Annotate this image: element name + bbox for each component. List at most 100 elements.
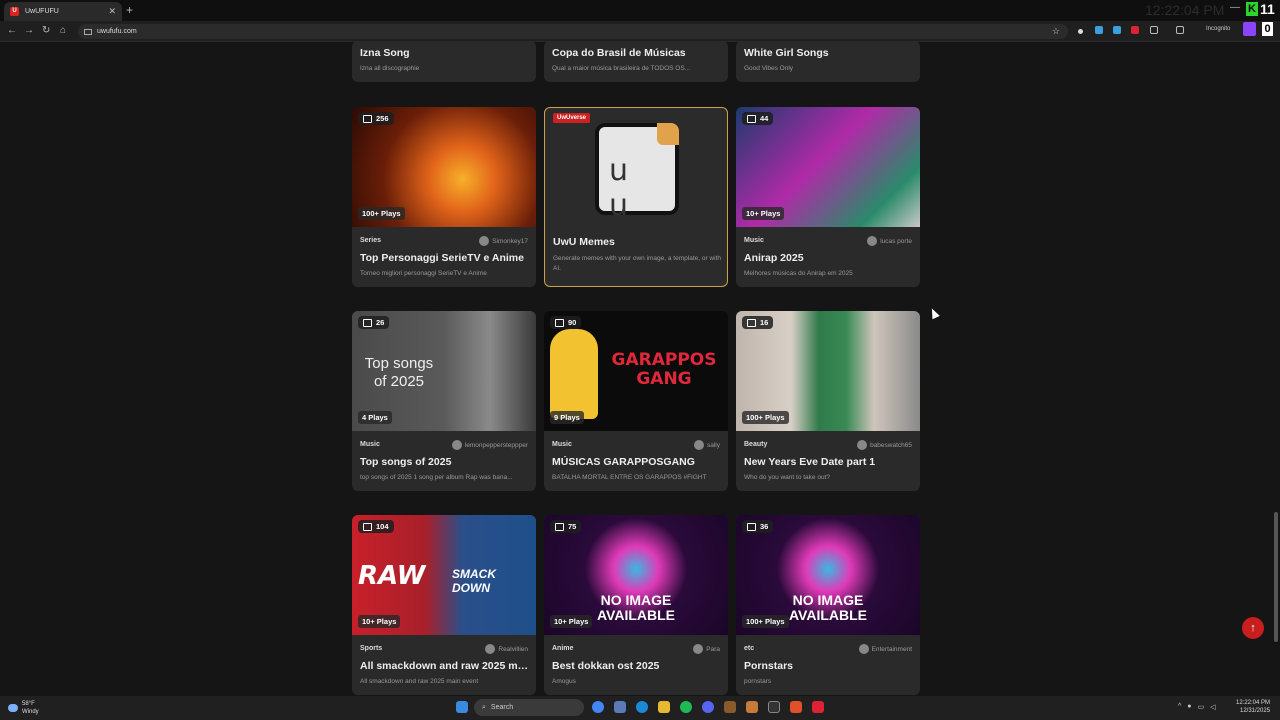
edge-icon[interactable] [636,701,648,713]
brave-icon[interactable] [790,701,802,713]
item-count: 26 [376,318,385,327]
spotify-icon[interactable] [680,701,692,713]
extension-audio-icon[interactable] [1095,26,1103,34]
plays-badge: 100+ Plays [742,615,789,628]
extension-red-icon[interactable] [1131,26,1139,34]
cards-icon [747,318,756,327]
item-count: 104 [376,522,389,531]
incognito-label[interactable]: Incognito [1206,26,1230,32]
author-name: sally [706,441,720,449]
discord-icon[interactable] [702,701,714,713]
card-title: Pornstars [744,660,794,672]
tab-close-icon[interactable]: ✕ [108,6,116,17]
card-2[interactable]: 44 10+ Plays Music lucas porte Anirap 20… [736,107,920,287]
card-author: Entertainment [858,644,912,654]
network-icon[interactable]: ▭ [1198,703,1205,711]
taskbar-clock[interactable]: 12:22:04 PM 12/31/2025 [1236,699,1270,715]
extensions-puzzle-icon[interactable] [1150,26,1158,34]
clock-time: 12:22:04 PM [1236,700,1271,706]
tab-uwufufu[interactable]: U UwUFUFU ✕ [4,2,122,21]
item-count-badge: 16 [742,316,774,329]
app-red-icon[interactable] [812,701,824,713]
cards-icon [555,318,564,327]
card-desc: Good Vibes Only [744,65,794,72]
back-arrow-icon[interactable]: ← [7,25,17,36]
weather-text: 58°F Windy [22,700,39,716]
avatar [693,440,704,450]
item-count-badge: 26 [358,316,390,329]
item-count: 16 [760,318,769,327]
search-icon: ⌕ [482,703,486,711]
scroll-to-top-button[interactable]: ↑ [1242,617,1264,639]
uwu-document-icon: u u [595,123,679,223]
url-text: uwufufu.com [97,28,137,35]
avatar [693,644,704,654]
uwu-face: u u [609,153,643,223]
minimize-icon[interactable]: — [1230,2,1240,13]
reload-icon[interactable]: ↻ [42,25,50,36]
doc-fold [657,123,679,145]
card-8[interactable]: NO IMAGE AVAILABLE 36 100+ Plays etc Ent… [736,515,920,695]
avatar [858,644,869,654]
cards-icon [747,114,756,123]
file-explorer-icon[interactable] [658,701,670,713]
card-top-0[interactable]: Izna Song Izna all discographie [352,42,536,82]
author-name: Realvillien [498,645,528,653]
home-icon[interactable]: ⌂ [60,25,66,36]
search-label: Search [490,704,514,711]
app-icon[interactable] [724,701,736,713]
weather-icon [8,704,18,712]
task-view-icon[interactable] [614,701,626,713]
card-7[interactable]: NO IMAGE AVAILABLE 75 10+ Plays Anime Pa… [544,515,728,695]
card-desc: Torneo migliori personaggi SerieTV e Ani… [360,270,487,277]
extension-dot-icon[interactable] [1078,29,1083,34]
plays-badge: 10+ Plays [742,207,785,220]
side-panel-icon[interactable] [1176,26,1184,34]
card-5[interactable]: 16 100+ Plays Beauty babeswatch65 New Ye… [736,311,920,491]
card-uwu-memes[interactable]: UwUverse u u UwU Memes Generate memes wi… [544,107,728,287]
volume-icon[interactable]: ◁ [1210,703,1215,711]
new-tab-button[interactable]: + [126,3,133,17]
card-title: MÚSICAS GARAPPOSGANG [552,456,695,468]
card-category: Anime [552,645,574,652]
app-a-icon[interactable] [746,701,758,713]
card-category: Music [552,441,572,448]
taskbar-search[interactable]: ⌕ Search [474,699,584,716]
system-tray: ^ ● ▭ ◁ [1178,703,1216,711]
thumbnail-text: GARAPPOS GANG [611,350,717,389]
chrome-icon[interactable] [592,701,604,713]
kick-icon: K [1246,2,1258,16]
windows-start-icon[interactable] [456,701,468,713]
star-icon[interactable]: ☆ [1052,26,1060,37]
avatar [479,236,490,246]
weather-widget[interactable]: 58°F Windy [8,700,39,716]
site-info-icon[interactable] [84,28,92,35]
card-0[interactable]: 256 100+ Plays Series Simonkey17 Top Per… [352,107,536,287]
forward-arrow-icon[interactable]: → [24,25,34,36]
card-desc: Qual a maior música brasileira de TODOS … [552,65,691,72]
tray-chevron-icon[interactable]: ^ [1178,703,1181,711]
avatar [451,440,462,450]
card-4[interactable]: GARAPPOS GANG 90 9 Plays Music sally MÚS… [544,311,728,491]
card-3[interactable]: Top songs of 2025 26 4 Plays Music lemon… [352,311,536,491]
item-count: 44 [760,114,769,123]
item-count: 75 [568,522,577,531]
terminal-icon[interactable] [768,701,780,713]
card-top-2[interactable]: White Girl Songs Good Vibes Only [736,42,920,82]
address-bar[interactable]: uwufufu.com ☆ [78,24,1068,39]
card-category: etc [744,645,755,652]
card-title: Top songs of 2025 [360,456,452,468]
item-count-badge: 256 [358,112,394,125]
microphone-icon[interactable]: ● [1187,703,1191,711]
taskbar: 58°F Windy ⌕ Search ^ ● ▭ ◁ 12:22:04 PM … [0,696,1280,720]
card-top-1[interactable]: Copa do Brasil de Músicas Qual a maior m… [544,42,728,82]
card-category: Series [360,237,382,244]
kick-count: 11 [1260,1,1275,17]
card-title: Best dokkan ost 2025 [552,660,660,672]
extension-translate-icon[interactable] [1113,26,1121,34]
clock-date: 12/31/2025 [1240,708,1271,714]
page-scrollbar[interactable] [1274,512,1278,642]
window-controls: — [1230,2,1240,13]
author-name: babeswatch65 [870,441,912,449]
card-6[interactable]: RAW SMACK DOWN 104 10+ Plays Sports Real… [352,515,536,695]
